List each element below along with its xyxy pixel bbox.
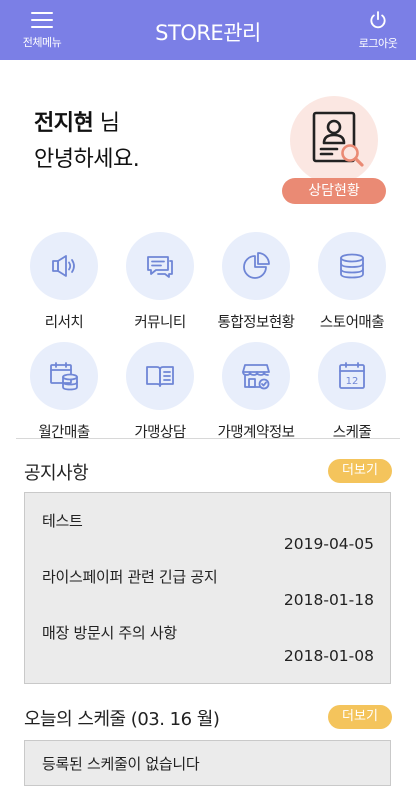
- notice-title: 테스트: [42, 512, 83, 530]
- app-header: 전체메뉴 STORE관리 로그아웃: [0, 0, 416, 60]
- menu-item-label: 리서치: [44, 315, 84, 331]
- book-icon: [146, 366, 174, 387]
- icon-circle: 12: [318, 342, 386, 410]
- menu-item-store-sales[interactable]: 스토어매출: [304, 232, 400, 332]
- menu-item-franchise-contract[interactable]: 가맹계약정보: [208, 342, 304, 442]
- pie-chart-icon: [243, 252, 270, 279]
- section-divider: [16, 438, 400, 439]
- logout-button[interactable]: 로그아웃: [348, 8, 408, 54]
- logout-label: 로그아웃: [358, 37, 398, 50]
- notice-date: 2018-01-08: [283, 647, 374, 665]
- notice-item[interactable]: 매장 방문시 주의 사항 2018-01-08: [25, 622, 390, 676]
- menu-item-integrated-info[interactable]: 통합정보현황: [208, 232, 304, 332]
- notice-section-title: 공지사항: [24, 463, 89, 484]
- icon-circle: [222, 342, 290, 410]
- notice-more-button[interactable]: 더보기: [328, 459, 392, 483]
- menu-item-franchise-consult[interactable]: 가맹상담: [112, 342, 208, 442]
- icon-circle: [30, 342, 98, 410]
- menu-item-community[interactable]: 커뮤니티: [112, 232, 208, 332]
- notice-title: 라이스페이퍼 관련 긴급 공지: [42, 568, 218, 586]
- menu-item-research[interactable]: 리서치: [16, 232, 112, 332]
- schedule-empty-message: 등록된 스케줄이 없습니다: [42, 755, 200, 773]
- menu-item-label: 스토어매출: [319, 315, 385, 331]
- menu-item-monthly-sales[interactable]: 월간매출: [16, 342, 112, 442]
- notice-list: 테스트 2019-04-05 라이스페이퍼 관련 긴급 공지 2018-01-1…: [24, 492, 391, 684]
- chat-icon: [147, 256, 173, 278]
- name-suffix: 님: [93, 111, 120, 136]
- menu-item-schedule[interactable]: 12 스케줄: [304, 342, 400, 442]
- notice-title: 매장 방문시 주의 사항: [42, 624, 177, 642]
- icon-circle: [222, 232, 290, 300]
- notice-date: 2019-04-05: [283, 535, 374, 553]
- icon-circle: [126, 342, 194, 410]
- schedule-section-title: 오늘의 스케줄 (03. 16 월): [24, 709, 220, 730]
- schedule-list: 등록된 스케줄이 없습니다: [24, 740, 391, 786]
- notice-item[interactable]: 테스트 2019-04-05: [25, 510, 390, 564]
- consult-icon-circle: [290, 96, 378, 184]
- database-icon: [340, 253, 364, 279]
- menu-item-label: 커뮤니티: [134, 315, 186, 331]
- icon-circle: [126, 232, 194, 300]
- icon-circle: [30, 232, 98, 300]
- icon-circle: [318, 232, 386, 300]
- calendar-12-icon: 12: [339, 362, 365, 389]
- notice-date: 2018-01-18: [283, 591, 374, 609]
- menu-item-label: 통합정보현황: [217, 315, 295, 331]
- greeting-text: 전지현 님 안녕하세요.: [34, 106, 140, 178]
- notice-item[interactable]: 라이스페이퍼 관련 긴급 공지 2018-01-18: [25, 566, 390, 620]
- megaphone-icon: [52, 255, 75, 277]
- schedule-more-button[interactable]: 더보기: [328, 705, 392, 729]
- greeting-message: 안녕하세요.: [34, 147, 140, 172]
- svg-text:12: 12: [346, 376, 359, 387]
- calendar-coins-icon: [50, 362, 78, 391]
- consult-status-button[interactable]: 상담현황: [282, 178, 386, 204]
- power-icon: [370, 11, 386, 29]
- profile-search-icon: [312, 111, 364, 167]
- store-icon: [242, 364, 270, 390]
- consult-status-widget[interactable]: 상담현황: [282, 96, 386, 208]
- user-name: 전지현: [34, 111, 94, 136]
